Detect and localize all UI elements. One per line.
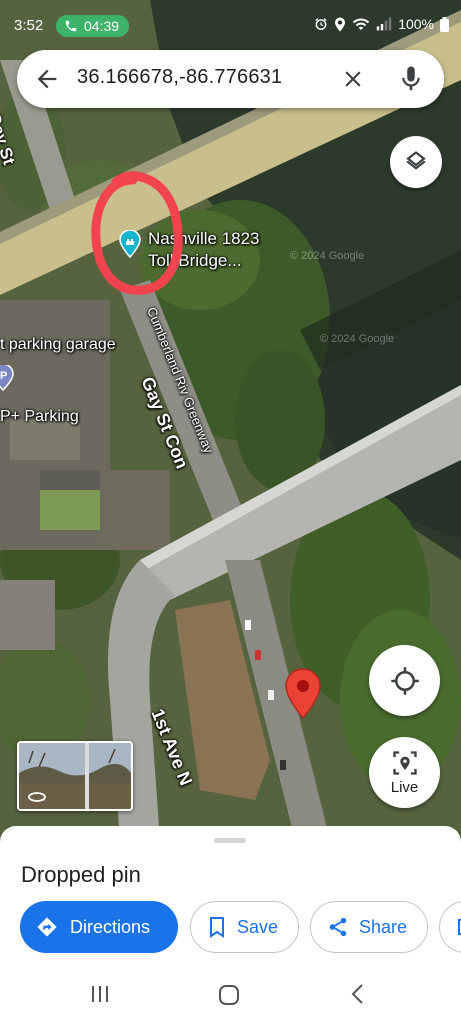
back-icon[interactable] [350, 983, 366, 1005]
map-label-parking-garage[interactable]: t parking garage [0, 336, 116, 354]
live-view-icon [392, 751, 417, 775]
phone-icon [65, 20, 77, 32]
live-view-button[interactable]: Live [369, 737, 440, 808]
search-query[interactable]: 36.166678,-86.776631 [77, 66, 282, 89]
landmark-label[interactable]: Nashville 1823 Toll Bridge... [148, 228, 260, 272]
directions-icon [37, 917, 57, 937]
back-arrow-icon[interactable] [33, 65, 61, 93]
crosshair-icon [390, 666, 419, 695]
ongoing-call-chip[interactable]: 04:39 [56, 15, 130, 37]
directions-button[interactable]: Directions [20, 901, 178, 953]
map-copyright: © 2024 Google [320, 333, 395, 345]
home-icon[interactable] [218, 984, 240, 1006]
bookmark-icon [210, 917, 224, 938]
signal-icon [376, 17, 392, 31]
status-bar: 3:52 04:39 100% [0, 0, 461, 48]
battery-icon [440, 16, 449, 32]
place-bottom-sheet[interactable]: Dropped pin Directions Save Share [0, 826, 461, 1024]
wifi-icon [352, 18, 370, 30]
save-button[interactable]: Save [190, 901, 299, 953]
map-label-p-parking[interactable]: P+ Parking [0, 408, 79, 426]
parking-marker-icon[interactable]: P [0, 365, 14, 391]
landmark-label-line1: Nashville 1823 [148, 229, 260, 248]
place-title: Dropped pin [21, 862, 141, 887]
360-rotate-icon [28, 792, 46, 802]
status-icons: 100% [314, 16, 449, 32]
svg-text:P: P [0, 370, 7, 382]
landmark-marker-icon[interactable] [118, 230, 142, 258]
drag-handle[interactable] [214, 838, 246, 843]
landmark-label-line2: Toll Bridge... [148, 251, 242, 270]
call-timer: 04:39 [84, 18, 120, 34]
save-label: Save [237, 916, 279, 937]
clear-icon[interactable] [340, 66, 366, 92]
more-actions-icon [458, 919, 461, 935]
microphone-icon[interactable] [396, 64, 426, 94]
system-navigation-bar [0, 976, 461, 1024]
share-button[interactable]: Share [310, 901, 428, 953]
map-copyright: © 2024 Google [290, 250, 365, 262]
directions-label: Directions [70, 916, 151, 937]
street-view-thumbnail[interactable] [17, 741, 133, 811]
my-location-button[interactable] [369, 645, 440, 716]
search-bar[interactable]: 36.166678,-86.776631 [17, 50, 444, 108]
layers-icon [406, 151, 426, 170]
share-label: Share [359, 916, 408, 937]
status-time: 3:52 [14, 17, 44, 34]
live-label: Live [390, 779, 419, 796]
battery-percentage: 100% [398, 16, 434, 32]
recent-apps-icon[interactable] [90, 984, 110, 1004]
location-icon [335, 17, 346, 31]
action-chip-row: Directions Save Share [20, 901, 461, 953]
more-actions-button[interactable] [439, 901, 461, 953]
share-icon [329, 917, 347, 937]
dropped-pin-marker-icon[interactable] [283, 668, 323, 720]
alarm-icon [315, 18, 327, 30]
map-layers-button[interactable] [390, 136, 442, 188]
